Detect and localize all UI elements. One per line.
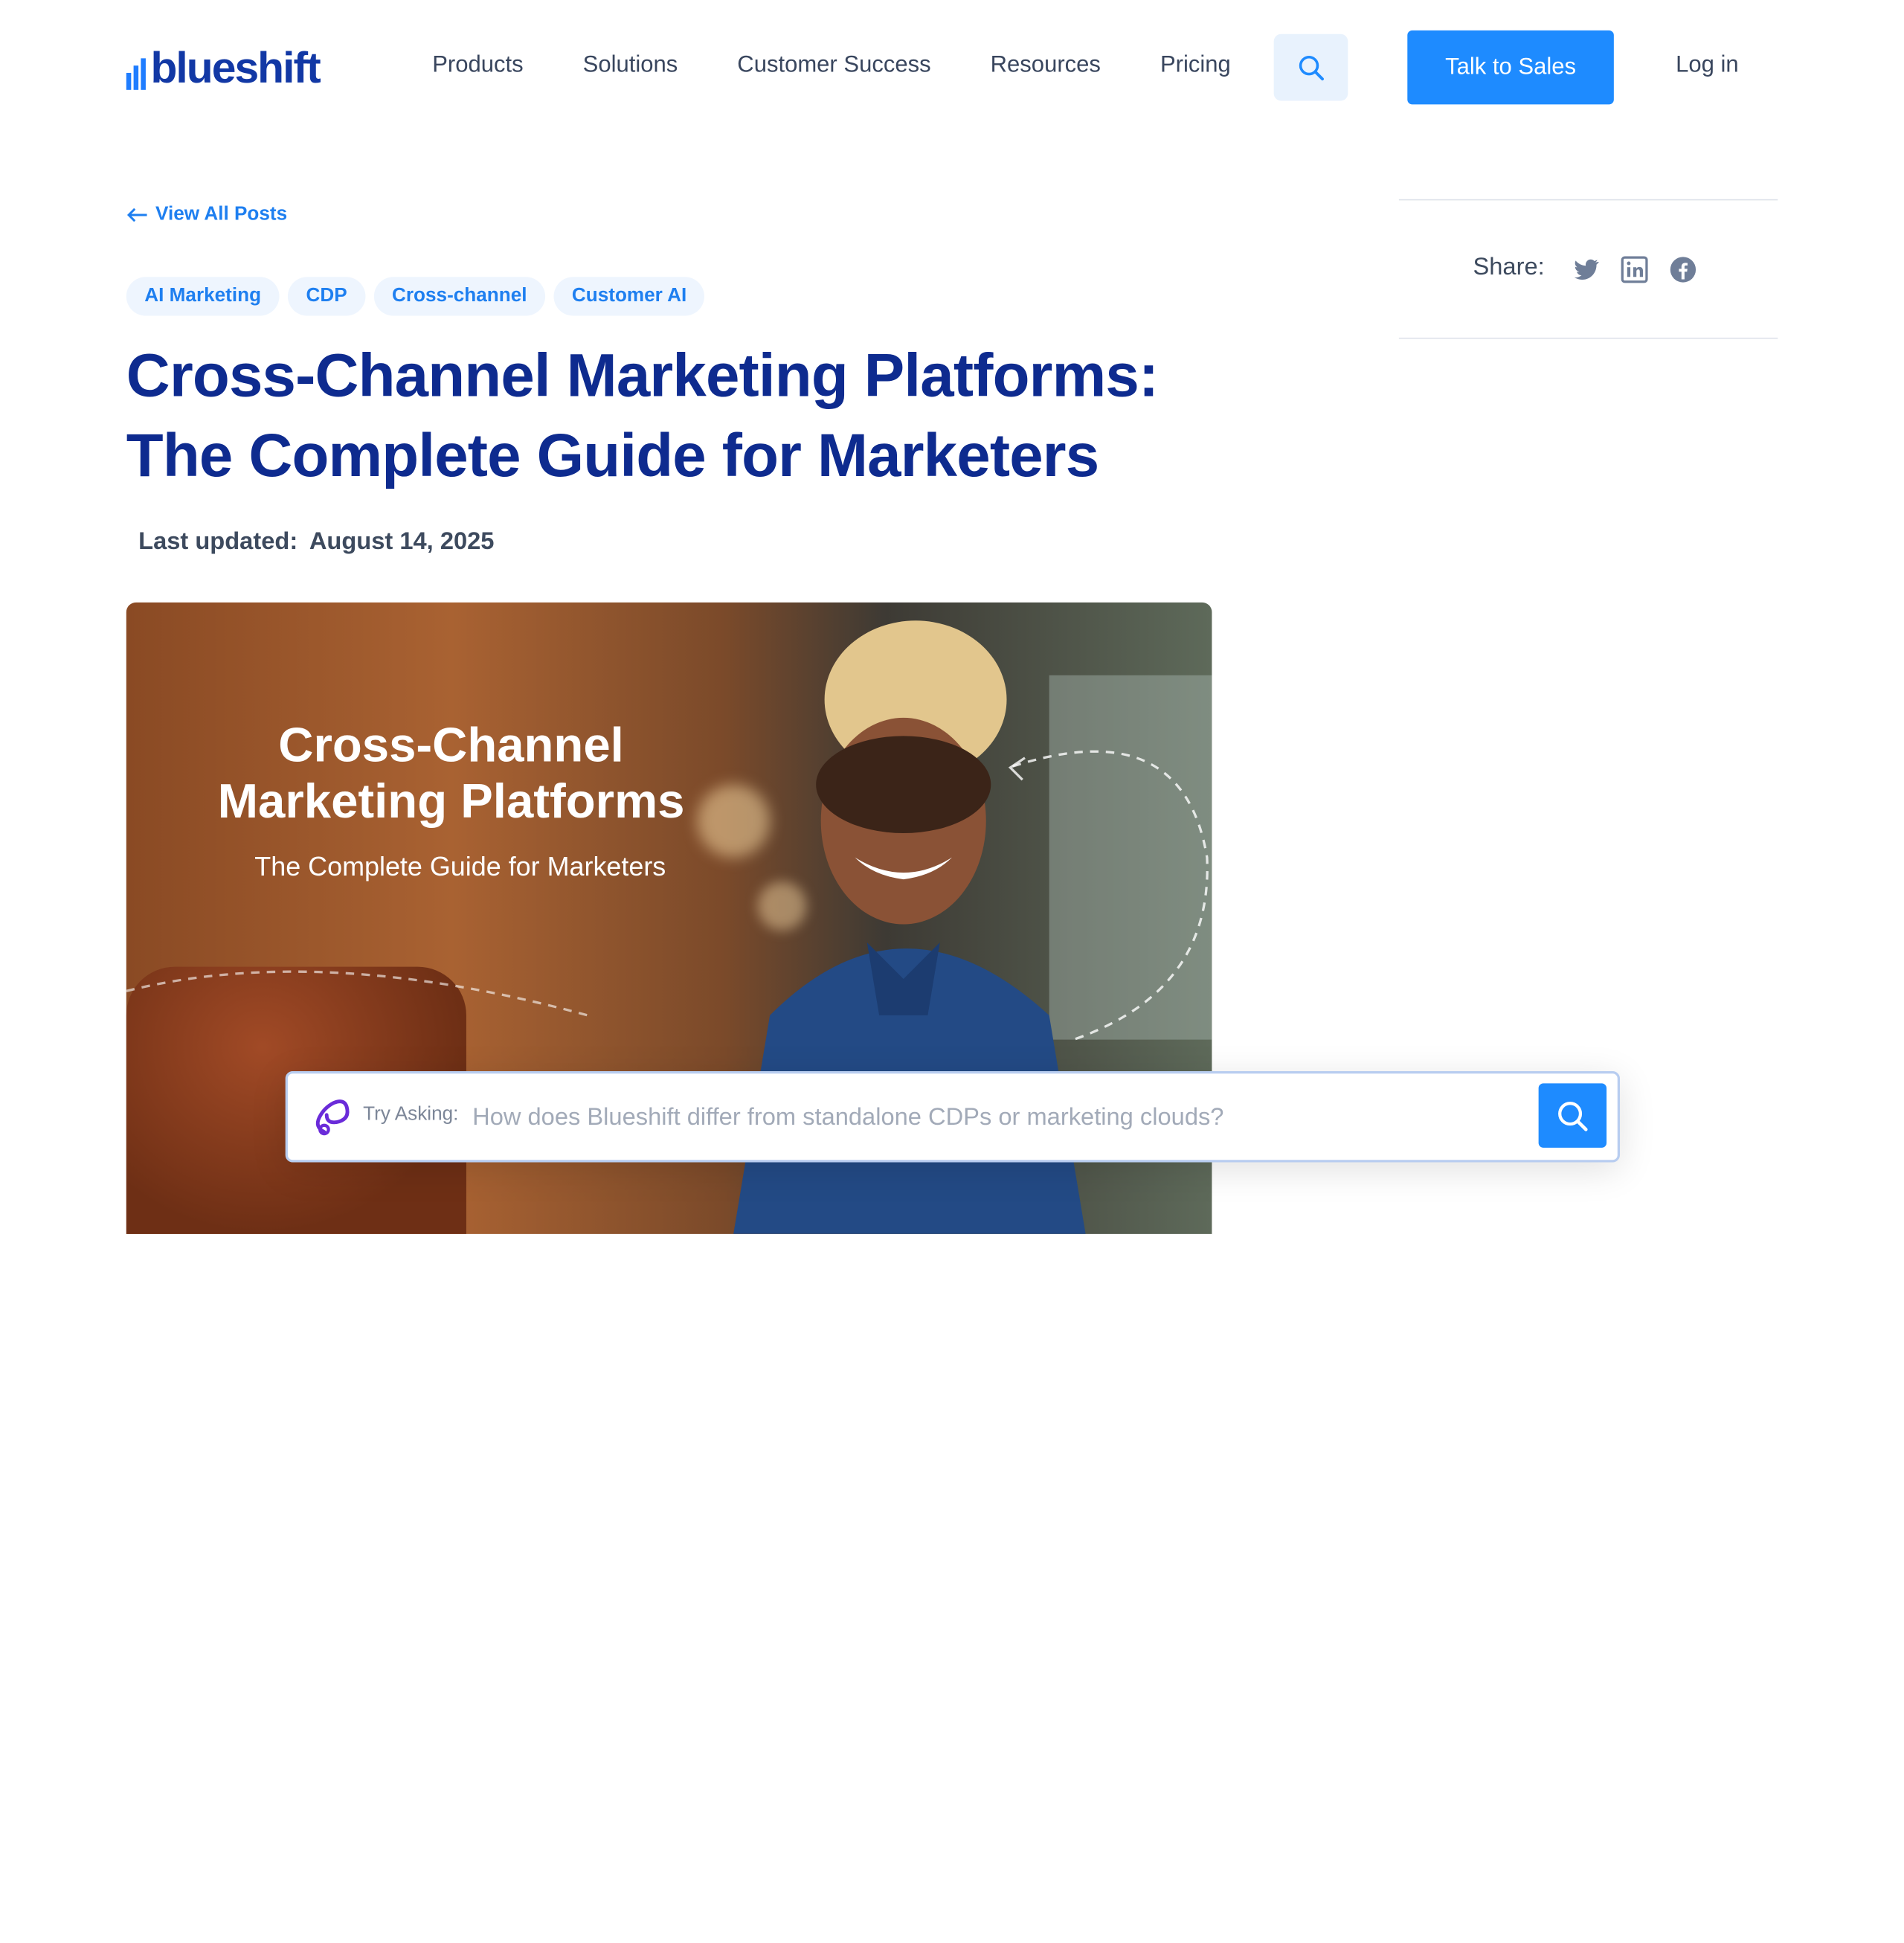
ask-input[interactable] <box>469 1091 1531 1143</box>
view-all-posts-label: View All Posts <box>155 204 288 225</box>
nav-resources[interactable]: Resources <box>991 46 1101 85</box>
assistant-logo-icon <box>315 1099 350 1136</box>
post-title: Cross-Channel Marketing Platforms: The C… <box>126 341 1159 489</box>
linkedin-icon[interactable] <box>1620 255 1649 284</box>
tag-ai-marketing[interactable]: AI Marketing <box>126 277 280 316</box>
nav-products[interactable]: Products <box>432 46 523 85</box>
tag-cdp[interactable]: CDP <box>287 277 366 316</box>
tag-customer-ai[interactable]: Customer AI <box>553 277 705 316</box>
ask-search-button[interactable] <box>1538 1083 1607 1148</box>
nav-customer-success[interactable]: Customer Success <box>737 46 930 85</box>
share-label: Share: <box>1473 254 1545 281</box>
last-updated-label: Last updated: <box>138 528 298 556</box>
hero-heading: Cross-Channel Marketing Platforms <box>217 719 685 829</box>
search-icon <box>1299 55 1324 80</box>
facebook-icon[interactable] <box>1668 255 1697 284</box>
nav-pricing[interactable]: Pricing <box>1160 46 1231 85</box>
login-link[interactable]: Log in <box>1676 46 1739 85</box>
tag-list: AI Marketing CDP Cross-channel Customer … <box>126 277 705 316</box>
share-panel: Share: <box>1398 199 1778 339</box>
arrow-left-icon <box>126 208 147 222</box>
twitter-icon[interactable] <box>1572 255 1601 284</box>
logo-bars-icon <box>126 58 146 90</box>
share-icons <box>1572 255 1698 284</box>
hero-subheading: The Complete Guide for Marketers <box>254 851 666 882</box>
blueshift-logo[interactable]: blueshift <box>126 42 321 93</box>
ai-ask-bar: Try Asking: <box>285 1071 1621 1163</box>
tag-cross-channel[interactable]: Cross-channel <box>373 277 545 316</box>
talk-to-sales-button[interactable]: Talk to Sales <box>1407 30 1614 105</box>
last-updated: Last updated: August 14, 2025 <box>138 528 494 556</box>
search-icon <box>1558 1101 1588 1131</box>
page: blueshift Products Solutions Customer Su… <box>0 0 1904 1943</box>
view-all-posts-link[interactable]: View All Posts <box>126 204 287 225</box>
logo-text: blueshift <box>150 42 321 93</box>
search-button[interactable] <box>1273 33 1348 101</box>
try-asking-label: Try Asking: <box>363 1104 459 1125</box>
last-updated-date: August 14, 2025 <box>309 528 495 556</box>
main-nav: Products Solutions Customer Success Reso… <box>432 46 1290 85</box>
nav-solutions[interactable]: Solutions <box>583 46 678 85</box>
